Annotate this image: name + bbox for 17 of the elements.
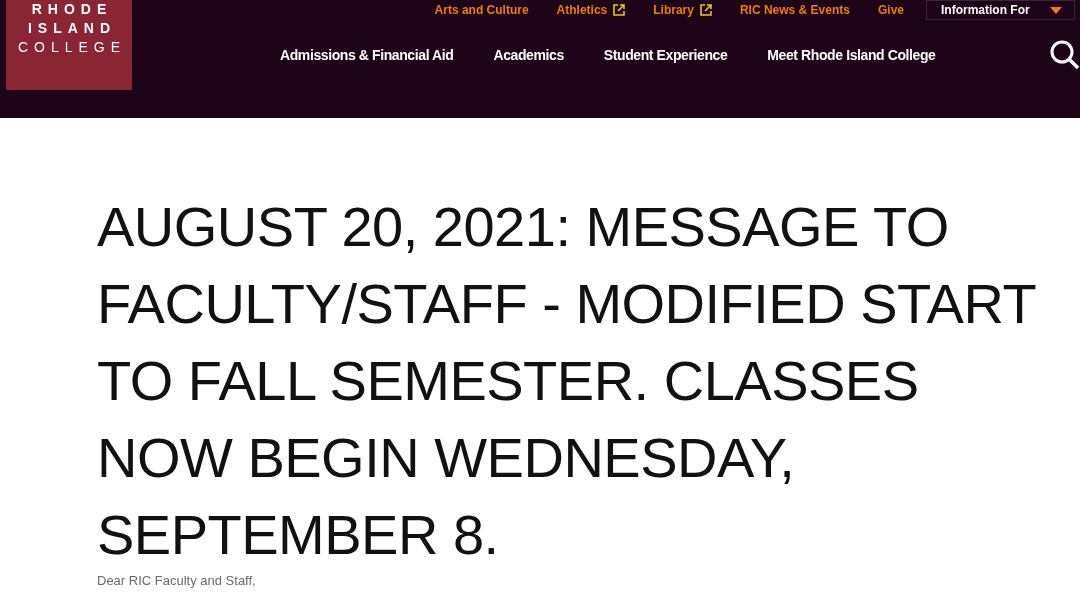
college-logo[interactable]: RHODE ISLAND COLLEGE (6, 0, 132, 90)
nav-link[interactable]: Meet Rhode Island College (767, 47, 936, 63)
utility-link[interactable]: Arts and Culture (434, 3, 529, 17)
utility-link[interactable]: Library (653, 3, 712, 17)
caret-icon (1050, 6, 1062, 14)
external-link-icon (699, 4, 712, 16)
nav-link[interactable]: Academics (493, 47, 564, 63)
greeting-text: Dear RIC Faculty and Staff, (97, 573, 257, 588)
external-link-icon (613, 4, 626, 16)
nav-link[interactable]: Student Experience (603, 47, 728, 63)
utility-link[interactable]: RIC News & Events (739, 3, 850, 17)
search-icon[interactable] (1050, 40, 1080, 70)
article-title: AUGUST 20, 2021: MESSAGE TO FACULTY/STAFF - MODIFIED START TO FALL SEMESTER. CLASSES NOW BEGIN WEDNESDAY, SEPTEMBER 8. (97, 194, 1037, 568)
nav-link[interactable]: Admissions & Financial Aid (280, 47, 454, 63)
information-for-dropdown[interactable]: Information For (926, 0, 1075, 20)
utility-link[interactable]: Give (878, 3, 904, 17)
utility-link[interactable]: Athletics (556, 3, 626, 17)
